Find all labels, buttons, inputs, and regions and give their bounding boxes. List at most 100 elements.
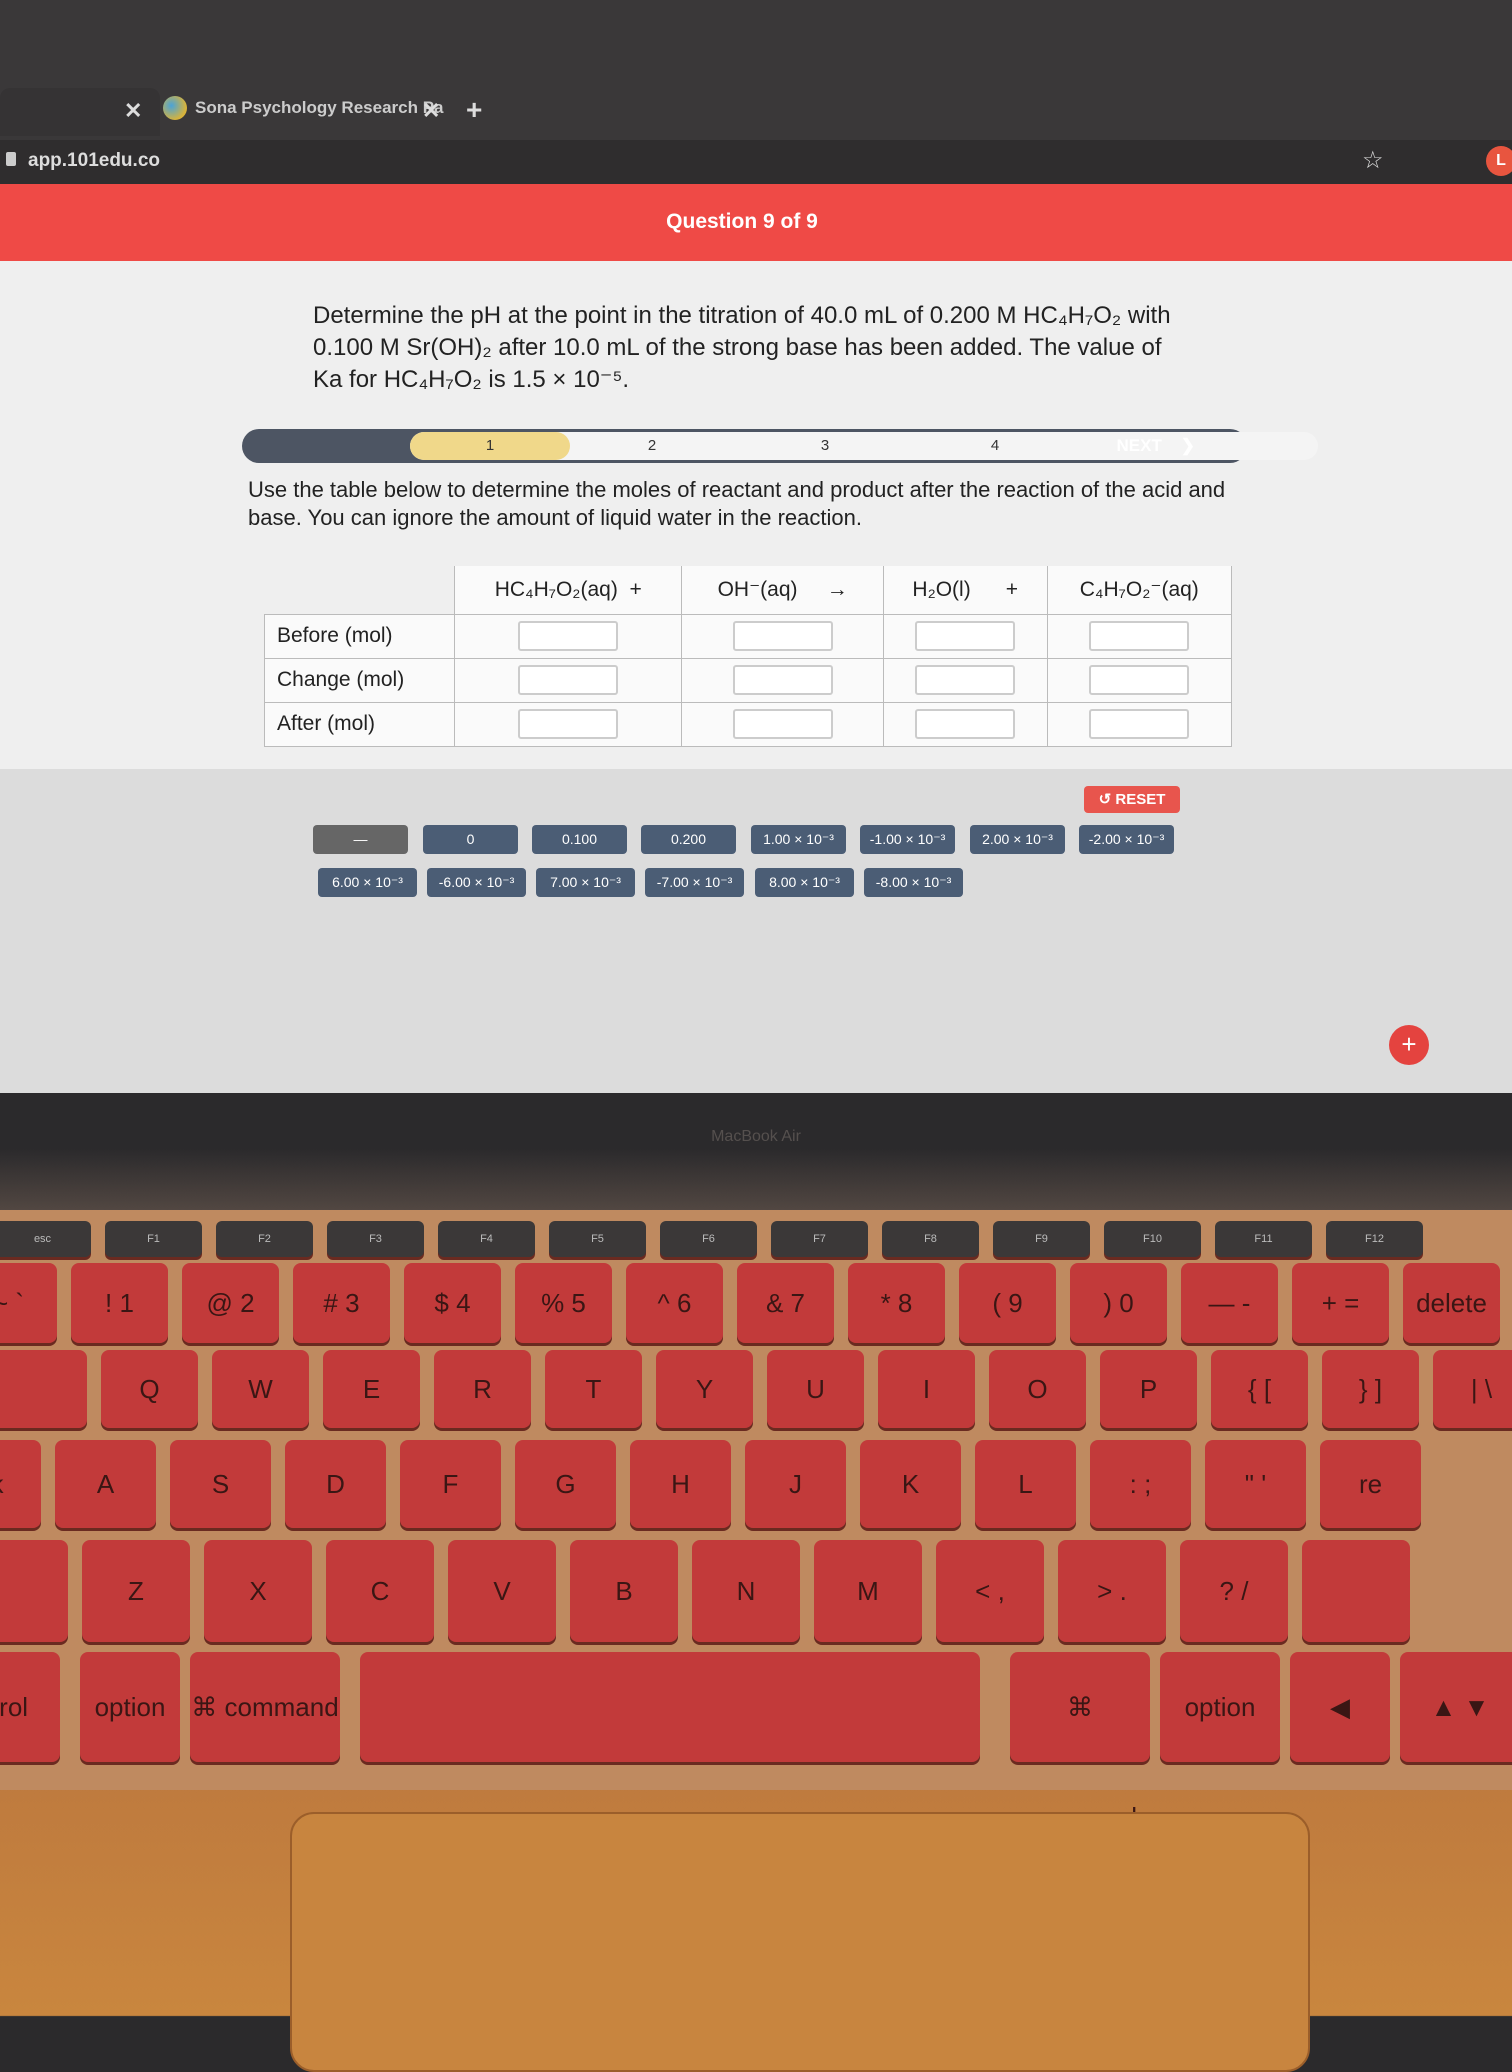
key[interactable]: * 8 <box>848 1263 945 1343</box>
key[interactable] <box>0 1540 68 1642</box>
key[interactable]: | \ <box>1433 1350 1512 1428</box>
answer-tile[interactable]: 0 <box>423 825 518 854</box>
drop-box[interactable] <box>1089 709 1190 739</box>
key[interactable]: R <box>434 1350 531 1428</box>
key[interactable]: K <box>860 1440 961 1528</box>
answer-tile[interactable]: 0.100 <box>532 825 627 854</box>
answer-tile[interactable]: -8.00 × 10⁻³ <box>864 868 963 897</box>
reset-button[interactable]: ↺ RESET <box>1084 786 1180 813</box>
address-bar[interactable] <box>0 140 1512 184</box>
key[interactable]: J <box>745 1440 846 1528</box>
key[interactable]: option <box>80 1652 180 1762</box>
key[interactable]: T <box>545 1350 642 1428</box>
key[interactable]: ck <box>0 1440 41 1528</box>
key[interactable]: ⌘ command <box>1010 1652 1150 1832</box>
answer-tile[interactable]: -1.00 × 10⁻³ <box>860 825 955 854</box>
key[interactable]: — - <box>1181 1263 1278 1343</box>
drop-box[interactable] <box>732 665 833 695</box>
tab-sona-label[interactable]: Sona Psychology Research Pa <box>195 98 444 118</box>
key[interactable]: } ] <box>1322 1350 1419 1428</box>
key[interactable]: F6 <box>660 1221 757 1257</box>
key[interactable]: F7 <box>771 1221 868 1257</box>
next-button[interactable]: NEXT ❯ <box>1117 429 1196 463</box>
key[interactable]: H <box>630 1440 731 1528</box>
key[interactable]: Z <box>82 1540 190 1642</box>
answer-tile[interactable]: 8.00 × 10⁻³ <box>755 868 854 897</box>
key[interactable]: Y <box>656 1350 753 1428</box>
key[interactable]: X <box>204 1540 312 1642</box>
key[interactable]: ⌘ command <box>190 1652 340 1762</box>
key[interactable]: C <box>326 1540 434 1642</box>
key[interactable] <box>1302 1540 1410 1642</box>
key[interactable]: delete <box>1403 1263 1500 1343</box>
key[interactable]: ^ 6 <box>626 1263 723 1343</box>
drop-box[interactable] <box>732 621 833 651</box>
key[interactable]: F5 <box>549 1221 646 1257</box>
key[interactable]: < , <box>936 1540 1044 1642</box>
key[interactable]: O <box>989 1350 1086 1428</box>
key[interactable]: trol <box>0 1652 60 1762</box>
key[interactable]: F <box>400 1440 501 1528</box>
key[interactable]: ◀ <box>1290 1652 1390 1762</box>
key[interactable]: W <box>212 1350 309 1428</box>
key[interactable]: F11 <box>1215 1221 1312 1257</box>
key[interactable]: F8 <box>882 1221 979 1257</box>
answer-tile[interactable]: 0.200 <box>641 825 736 854</box>
drop-box[interactable] <box>915 665 1016 695</box>
key[interactable]: ~ ` <box>0 1263 57 1343</box>
bookmark-star-icon[interactable]: ☆ <box>1362 146 1384 175</box>
key[interactable]: : ; <box>1090 1440 1191 1528</box>
key[interactable]: Q <box>101 1350 198 1428</box>
key[interactable]: + = <box>1292 1263 1389 1343</box>
key[interactable]: E <box>323 1350 420 1428</box>
answer-tile[interactable]: -6.00 × 10⁻³ <box>427 868 526 897</box>
key[interactable]: N <box>692 1540 800 1642</box>
key[interactable]: > . <box>1058 1540 1166 1642</box>
key[interactable]: F9 <box>993 1221 1090 1257</box>
answer-tile[interactable]: -7.00 × 10⁻³ <box>645 868 744 897</box>
key[interactable]: ? / <box>1180 1540 1288 1642</box>
progress-step[interactable]: 3 <box>800 432 850 460</box>
key[interactable]: U <box>767 1350 864 1428</box>
close-tab-icon[interactable]: ✕ <box>124 98 142 124</box>
key[interactable]: G <box>515 1440 616 1528</box>
key[interactable]: F4 <box>438 1221 535 1257</box>
key[interactable]: option <box>1160 1652 1280 1762</box>
url-text[interactable]: app.101edu.co <box>28 150 160 172</box>
key[interactable]: F12 <box>1326 1221 1423 1257</box>
key[interactable]: ( 9 <box>959 1263 1056 1343</box>
answer-tile[interactable]: 1.00 × 10⁻³ <box>751 825 846 854</box>
profile-avatar[interactable]: L <box>1486 146 1512 176</box>
trackpad[interactable] <box>290 1812 1310 2072</box>
close-tab-icon[interactable]: ✕ <box>422 98 440 124</box>
key[interactable]: $ 4 <box>404 1263 501 1343</box>
answer-tile[interactable]: 6.00 × 10⁻³ <box>318 868 417 897</box>
key[interactable]: # 3 <box>293 1263 390 1343</box>
answer-tile[interactable]: 2.00 × 10⁻³ <box>970 825 1065 854</box>
key[interactable]: ! 1 <box>71 1263 168 1343</box>
key[interactable]: F3 <box>327 1221 424 1257</box>
progress-step[interactable]: 4 <box>970 432 1020 460</box>
drop-box[interactable] <box>1089 665 1190 695</box>
key[interactable]: { [ <box>1211 1350 1308 1428</box>
key[interactable]: D <box>285 1440 386 1528</box>
key[interactable]: F2 <box>216 1221 313 1257</box>
key[interactable]: L <box>975 1440 1076 1528</box>
drop-box[interactable] <box>518 621 619 651</box>
key[interactable]: @ 2 <box>182 1263 279 1343</box>
answer-tile[interactable]: — <box>313 825 408 854</box>
drop-box[interactable] <box>915 709 1016 739</box>
key[interactable]: A <box>55 1440 156 1528</box>
key[interactable]: F10 <box>1104 1221 1201 1257</box>
progress-step[interactable]: 2 <box>627 432 677 460</box>
drop-box[interactable] <box>915 621 1016 651</box>
drop-box[interactable] <box>518 709 619 739</box>
drop-box[interactable] <box>1089 621 1190 651</box>
key[interactable]: ) 0 <box>1070 1263 1167 1343</box>
key[interactable] <box>360 1652 980 1762</box>
drop-box[interactable] <box>518 665 619 695</box>
answer-tile[interactable]: -2.00 × 10⁻³ <box>1079 825 1174 854</box>
progress-step-current[interactable]: 1 <box>410 432 570 460</box>
key[interactable]: S <box>170 1440 271 1528</box>
key[interactable]: I <box>878 1350 975 1428</box>
